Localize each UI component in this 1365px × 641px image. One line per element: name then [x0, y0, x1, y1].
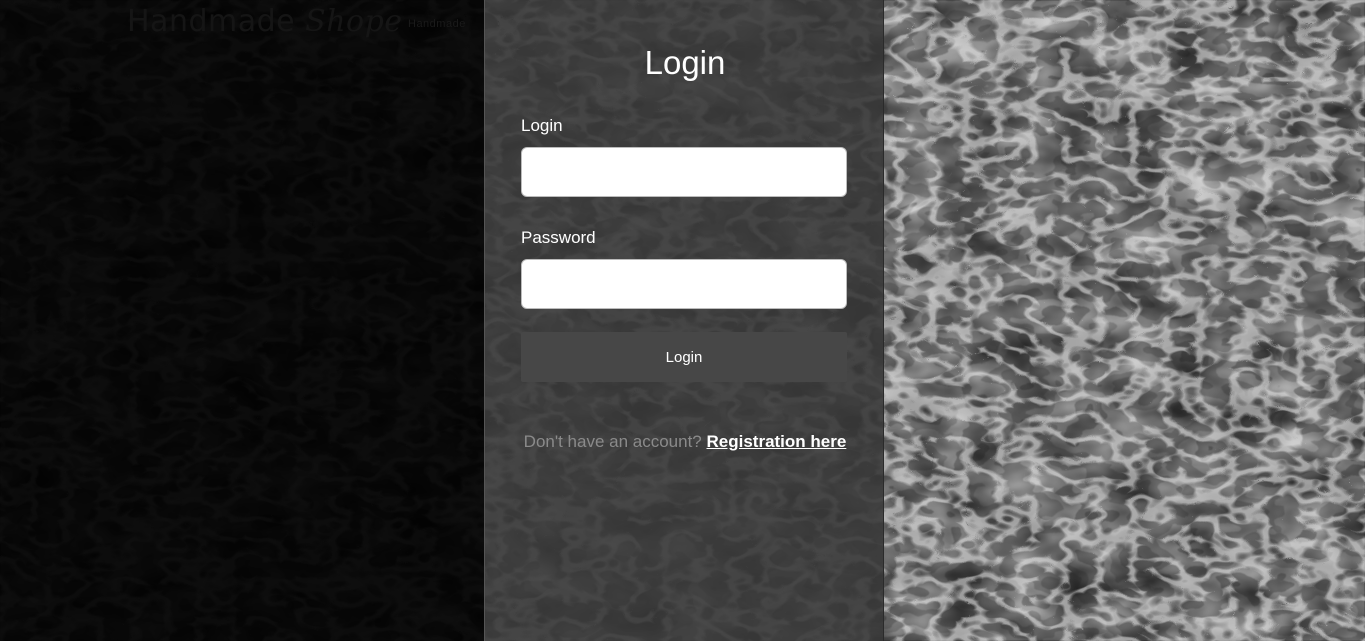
- login-field-label: Login: [521, 116, 563, 135]
- login-panel: Login Login Password Login Don't have an…: [484, 0, 884, 641]
- register-prompt-text: Don't have an account?: [523, 432, 702, 451]
- registration-link[interactable]: Registration here: [707, 432, 847, 451]
- password-field-label: Password: [521, 228, 596, 247]
- left-dark-overlay: [0, 0, 484, 641]
- login-input[interactable]: [521, 147, 847, 197]
- register-prompt-line: Don't have an account? Registration here: [485, 432, 885, 452]
- login-button[interactable]: Login: [521, 332, 847, 382]
- login-title: Login: [644, 44, 726, 81]
- brand-tagline: Handmade: [408, 18, 466, 30]
- password-input[interactable]: [521, 259, 847, 309]
- brand-logo[interactable]: Handmade Shope: [127, 4, 403, 39]
- brand-name-script: Shope: [305, 4, 403, 39]
- brand-name: Handmade: [127, 4, 306, 39]
- login-page: Handmade Shope Handmade Login Login Pass…: [0, 0, 1365, 641]
